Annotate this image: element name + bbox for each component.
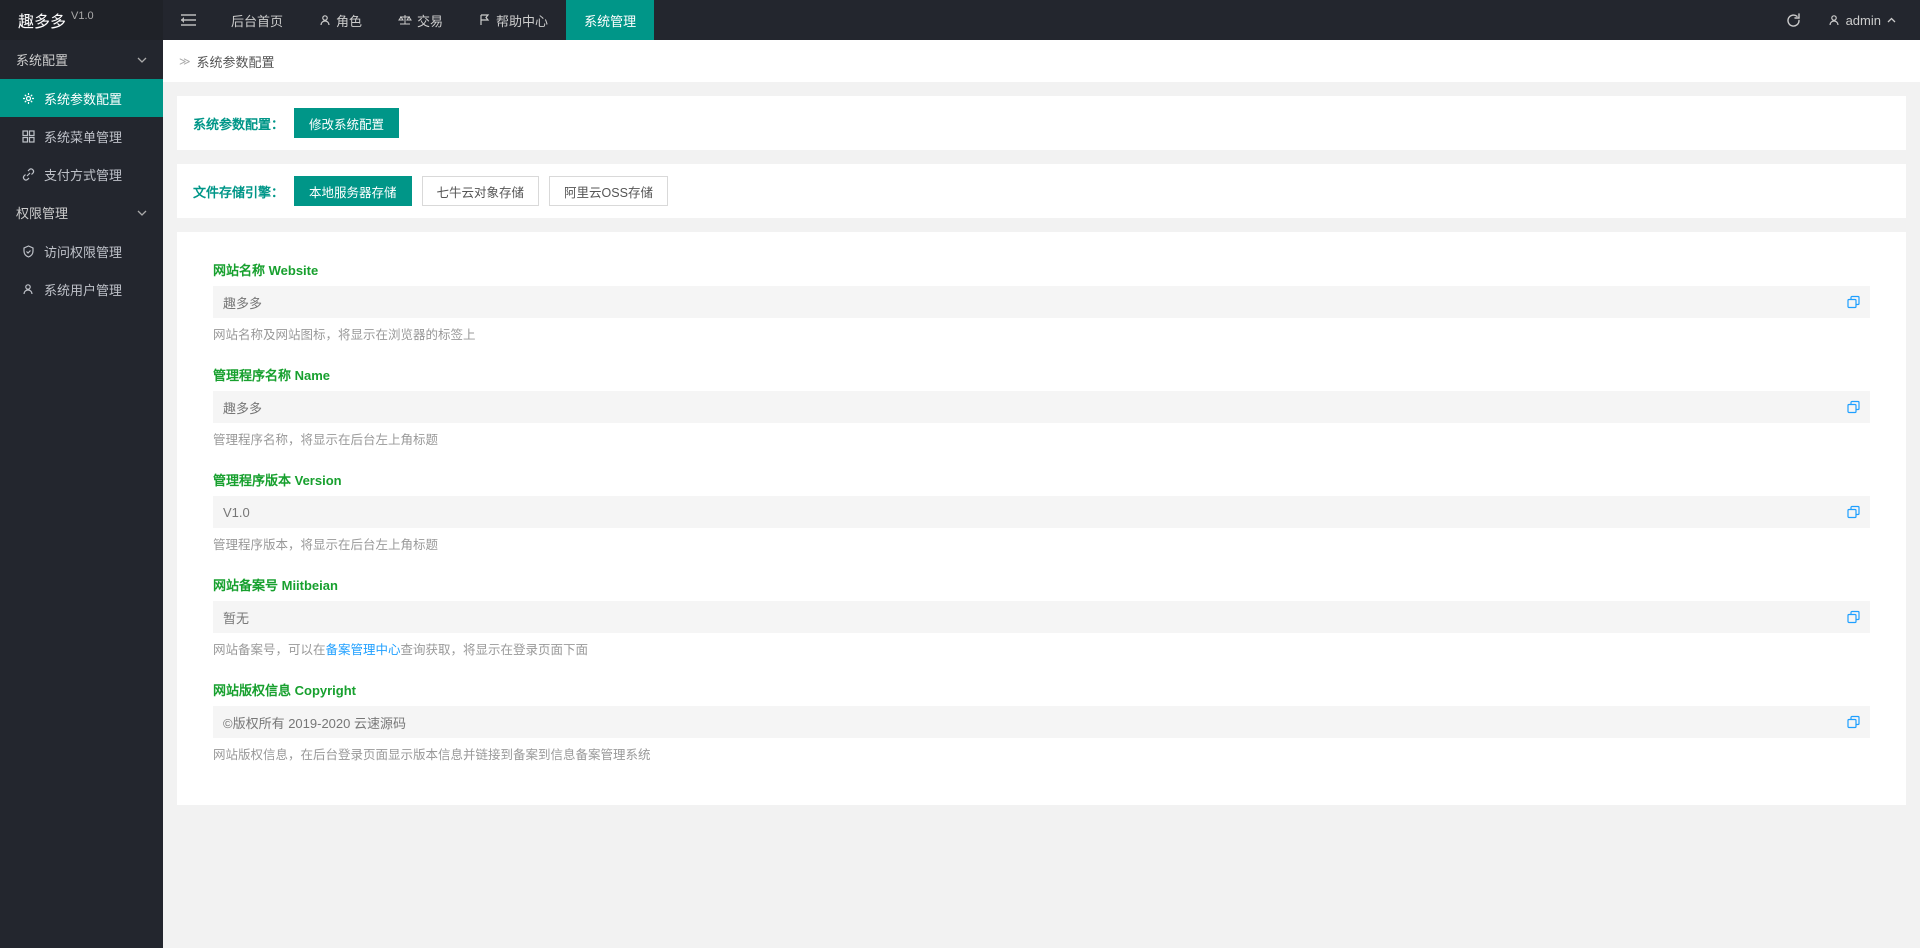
grid-icon — [22, 130, 36, 143]
sidebar-item-menu-mgmt[interactable]: 系统菜单管理 — [0, 117, 163, 155]
menu-toggle-icon[interactable] — [163, 0, 213, 40]
copy-icon[interactable] — [1847, 506, 1860, 519]
section-label-config: 系统参数配置： — [193, 114, 284, 133]
user-name: admin — [1846, 13, 1881, 28]
storage-option-qiniu[interactable]: 七牛云对象存储 — [422, 176, 540, 206]
logo-area: 趣多多 V1.0 — [0, 0, 163, 40]
field-label-copyright: 网站版权信息 Copyright — [213, 680, 1870, 699]
topnav-trade[interactable]: 交易 — [380, 0, 461, 40]
field-input-copyright[interactable] — [213, 706, 1870, 738]
app-name: 趣多多 — [18, 8, 66, 32]
main-content: ≫ 系统参数配置 系统参数配置： 修改系统配置 文件存储引擎： 本地服务器存储 … — [163, 40, 1920, 825]
copy-icon[interactable] — [1847, 401, 1860, 414]
user-dropdown[interactable]: admin — [1814, 0, 1910, 40]
field-hint-copyright: 网站版权信息，在后台登录页面显示版本信息并链接到备案到信息备案管理系统 — [213, 744, 1870, 763]
sidebar-item-access-perm[interactable]: 访问权限管理 — [0, 232, 163, 270]
modify-config-button[interactable]: 修改系统配置 — [294, 108, 399, 138]
top-nav: 后台首页 角色 交易 帮助中心 系统管理 — [213, 0, 654, 40]
topnav-help[interactable]: 帮助中心 — [461, 0, 566, 40]
field-label-name: 管理程序名称 Name — [213, 365, 1870, 384]
scale-icon — [398, 14, 412, 26]
form-group-name: 管理程序名称 Name 管理程序名称，将显示在后台左上角标题 — [213, 365, 1870, 448]
form-group-website: 网站名称 Website 网站名称及网站图标，将显示在浏览器的标签上 — [213, 260, 1870, 343]
field-label-website: 网站名称 Website — [213, 260, 1870, 279]
chevron-up-icon — [1887, 17, 1896, 23]
sidebar-item-system-users[interactable]: 系统用户管理 — [0, 270, 163, 308]
field-hint-name: 管理程序名称，将显示在后台左上角标题 — [213, 429, 1870, 448]
chevron-down-icon — [137, 57, 147, 63]
sidebar-item-params-config[interactable]: 系统参数配置 — [0, 79, 163, 117]
refresh-icon[interactable] — [1774, 0, 1814, 40]
gear-icon — [22, 92, 36, 105]
user-icon — [22, 283, 36, 295]
section-label-storage: 文件存储引擎： — [193, 182, 284, 201]
shield-icon — [22, 245, 36, 258]
field-hint-website: 网站名称及网站图标，将显示在浏览器的标签上 — [213, 324, 1870, 343]
link-icon — [22, 168, 36, 181]
copy-icon[interactable] — [1847, 716, 1860, 729]
form-group-version: 管理程序版本 Version 管理程序版本，将显示在后台左上角标题 — [213, 470, 1870, 553]
form-block: 网站名称 Website 网站名称及网站图标，将显示在浏览器的标签上 管理程序名… — [177, 232, 1906, 805]
field-hint-version: 管理程序版本，将显示在后台左上角标题 — [213, 534, 1870, 553]
breadcrumb: ≫ 系统参数配置 — [163, 40, 1920, 82]
section-system-config: 系统参数配置： 修改系统配置 — [177, 96, 1906, 150]
section-storage-engine: 文件存储引擎： 本地服务器存储 七牛云对象存储 阿里云OSS存储 — [177, 164, 1906, 218]
sidebar-group-permission[interactable]: 权限管理 — [0, 193, 163, 232]
form-group-miitbeian: 网站备案号 Miitbeian 网站备案号，可以在备案管理中心查询获取，将显示在… — [213, 575, 1870, 658]
app-version: V1.0 — [71, 10, 94, 22]
field-input-website[interactable] — [213, 286, 1870, 318]
topnav-home[interactable]: 后台首页 — [213, 0, 301, 40]
sidebar-item-payment-mgmt[interactable]: 支付方式管理 — [0, 155, 163, 193]
sidebar-group-system-config[interactable]: 系统配置 — [0, 40, 163, 79]
header-right: admin — [1774, 0, 1920, 40]
user-icon — [1828, 14, 1840, 26]
chevron-down-icon — [137, 210, 147, 216]
field-label-version: 管理程序版本 Version — [213, 470, 1870, 489]
topnav-role[interactable]: 角色 — [301, 0, 380, 40]
field-input-version[interactable] — [213, 496, 1870, 528]
breadcrumb-text: 系统参数配置 — [197, 52, 275, 71]
storage-option-aliyun[interactable]: 阿里云OSS存储 — [549, 176, 668, 206]
flag-icon — [479, 14, 491, 26]
field-hint-miitbeian: 网站备案号，可以在备案管理中心查询获取，将显示在登录页面下面 — [213, 639, 1870, 658]
copy-icon[interactable] — [1847, 611, 1860, 624]
field-input-name[interactable] — [213, 391, 1870, 423]
storage-option-local[interactable]: 本地服务器存储 — [294, 176, 412, 206]
form-group-copyright: 网站版权信息 Copyright 网站版权信息，在后台登录页面显示版本信息并链接… — [213, 680, 1870, 763]
copy-icon[interactable] — [1847, 296, 1860, 309]
breadcrumb-sep-icon: ≫ — [179, 55, 191, 68]
beian-link[interactable]: 备案管理中心 — [326, 643, 401, 657]
sidebar: 系统配置 系统参数配置 系统菜单管理 支付方式管理 权限管理 访问权限管理 系统… — [0, 40, 163, 948]
field-input-miitbeian[interactable] — [213, 601, 1870, 633]
field-label-miitbeian: 网站备案号 Miitbeian — [213, 575, 1870, 594]
topnav-system[interactable]: 系统管理 — [566, 0, 654, 40]
top-header: 趣多多 V1.0 后台首页 角色 交易 帮助中心 系统管理 admin — [0, 0, 1920, 40]
user-icon — [319, 14, 331, 26]
